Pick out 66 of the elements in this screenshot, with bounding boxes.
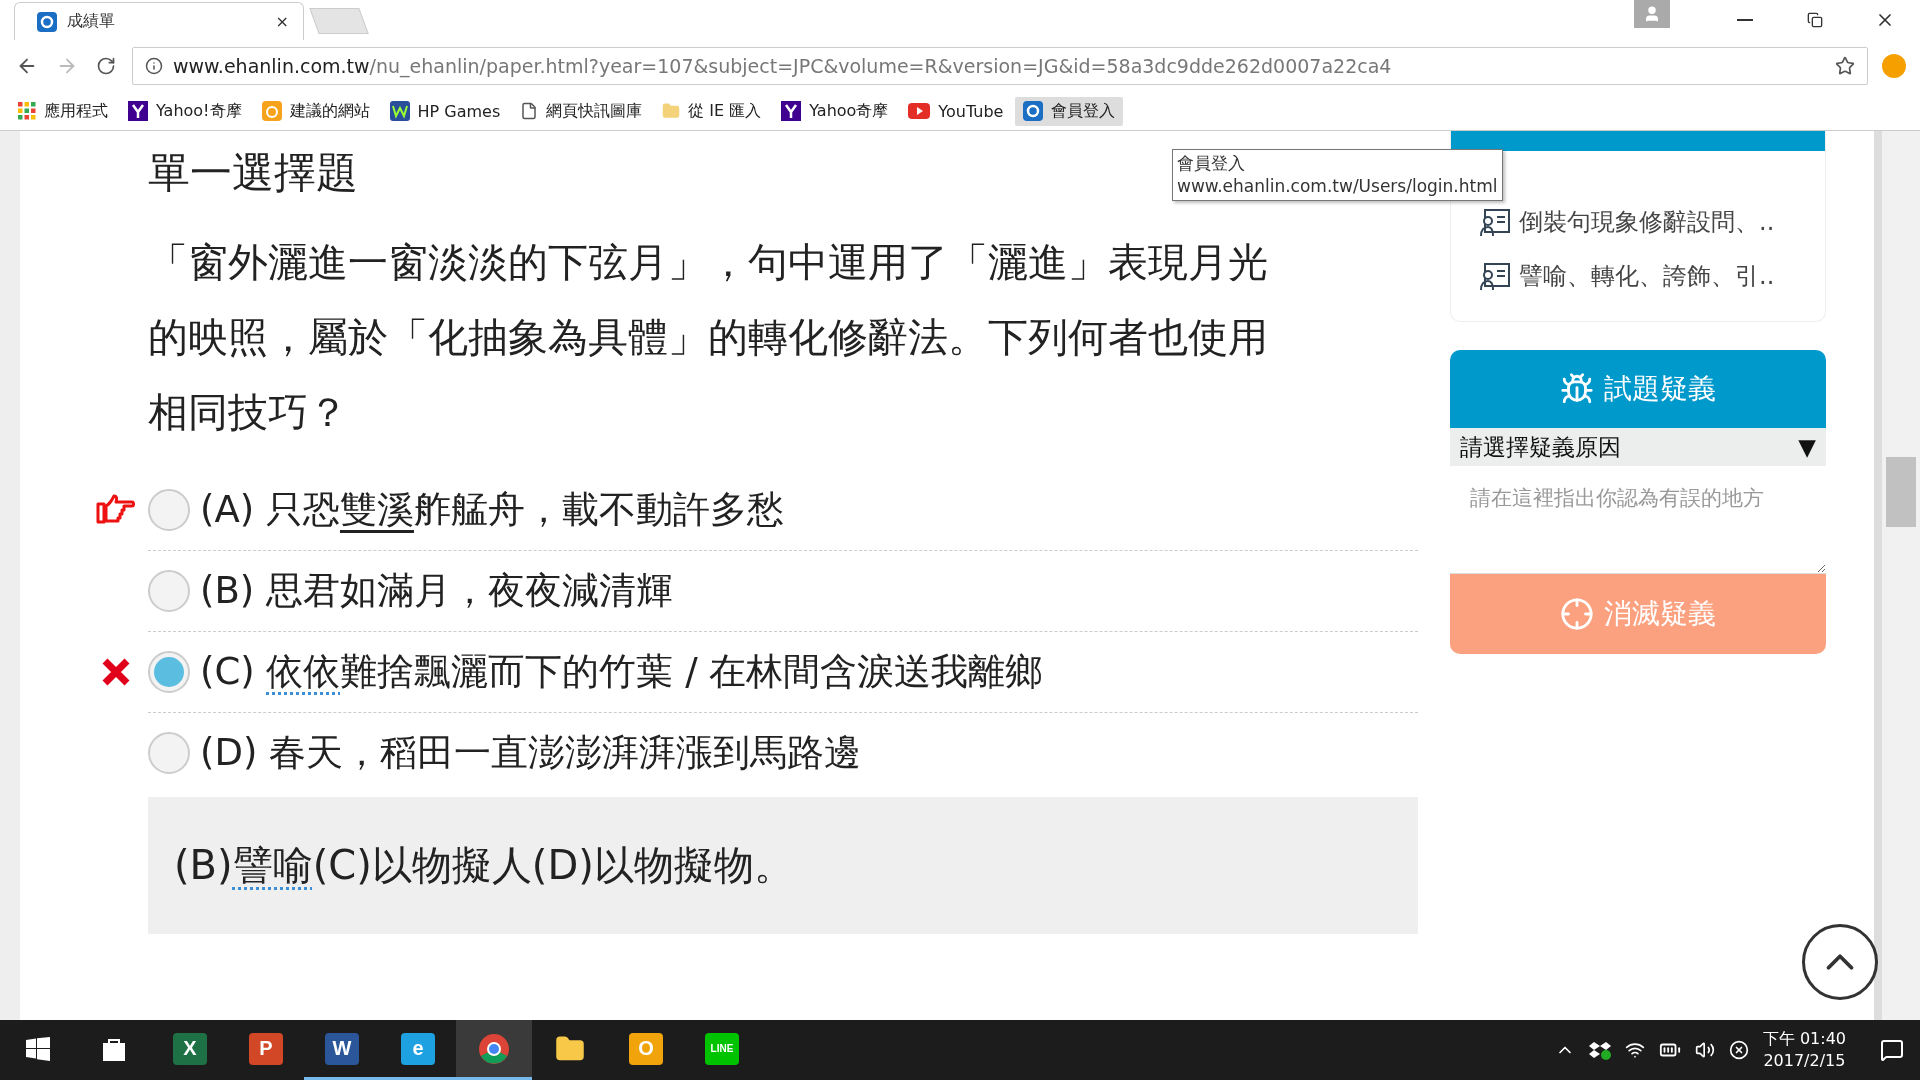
windows-logo-icon (26, 1036, 50, 1061)
taskbar-app[interactable]: P (228, 1020, 304, 1080)
y-logo-icon (781, 101, 802, 121)
wifi-icon[interactable] (1624, 1040, 1645, 1060)
radio-button[interactable] (148, 570, 190, 612)
folder-icon (662, 102, 681, 120)
option-text: (C) 依依難捨飄灑而下的竹葉 / 在林間含淚送我離鄉 (200, 649, 1043, 695)
bookmark-item[interactable]: YouTube (900, 97, 1012, 125)
bookmark-item[interactable]: Yahoo!奇摩 (120, 96, 250, 126)
tab-title: 成績單 (67, 11, 116, 32)
cross-icon (101, 657, 131, 687)
person-icon (1643, 5, 1661, 23)
powerpoint-icon: P (249, 1032, 283, 1065)
restore-icon (1807, 12, 1823, 28)
word-icon: W (325, 1032, 359, 1065)
bookmark-item[interactable]: HP Games (381, 97, 509, 125)
site-logo-icon (37, 11, 57, 32)
option-text: (A) 只恐雙溪舴艋舟，載不動許多愁 (200, 487, 784, 533)
bookmark-item[interactable]: 應用程式 (10, 96, 116, 126)
crosshair-icon (1560, 597, 1594, 631)
volume-icon[interactable] (1694, 1040, 1715, 1060)
apps-grid-icon (18, 102, 36, 120)
chrome-icon (478, 1032, 510, 1065)
radio-button[interactable] (148, 651, 190, 693)
taskbar-app[interactable]: X (152, 1020, 228, 1080)
w-logo-icon (389, 101, 410, 121)
topic-link[interactable]: 譬喻、轉化、誇飾、引.. (1451, 249, 1825, 303)
network-error-icon[interactable] (1728, 1040, 1749, 1060)
suggested-sites-icon (261, 101, 282, 121)
excel-icon: X (173, 1032, 207, 1065)
bookmark-item[interactable]: 建議的網站 (253, 96, 378, 126)
site-logo-icon (1023, 101, 1044, 121)
notification-icon[interactable] (1880, 1038, 1904, 1062)
report-title: 試題疑義 (1604, 371, 1716, 407)
play-logo-icon (908, 103, 931, 119)
minimize-icon (1737, 19, 1753, 21)
info-icon (145, 57, 163, 75)
bookmark-item[interactable]: Yahoo奇摩 (773, 96, 897, 126)
teacher-board-icon (1479, 207, 1511, 237)
question-text: 「窗外灑進一窗淡淡的下弦月」，句中運用了「灑進」表現月光的映照，屬於「化抽象為具體」的轉化修辭法。下列何者也使用相同技巧？ (148, 238, 1269, 437)
explanation-text: (B)譬喻(C)以物擬人(D)以物擬物。 (174, 841, 794, 890)
option-text: (B) 思君如滿月，夜夜減清輝 (200, 568, 674, 614)
link-tooltip: 會員登入 www.ehanlin.com.tw/Users/login.html (1172, 149, 1503, 201)
radio-button[interactable] (148, 732, 190, 774)
reason-select[interactable]: 請選擇疑義原因 ▼ (1450, 428, 1826, 466)
tab-close-button[interactable]: × (275, 12, 289, 31)
scrollbar[interactable] (1874, 131, 1920, 1020)
ie-icon: e (401, 1032, 435, 1065)
page-icon (520, 102, 539, 120)
teacher-board-icon (1479, 261, 1511, 291)
dropbox-icon[interactable] (1588, 1040, 1611, 1060)
bookmark-star-icon[interactable] (1835, 56, 1855, 76)
radio-button[interactable] (148, 489, 190, 531)
browser-tab[interactable]: 成績單 × (14, 2, 304, 40)
taskbar-app[interactable]: W (304, 1020, 380, 1080)
y-logo-icon (128, 101, 148, 121)
bookmark-item[interactable]: 會員登入 (1015, 96, 1124, 126)
bookmark-item[interactable]: 從 IE 匯入 (654, 96, 770, 126)
option-text: (D) 春天，稻田一直澎澎湃湃漲到馬路邊 (200, 730, 862, 776)
pointing-hand-icon (96, 494, 136, 526)
question-heading: 單一選擇題 (148, 147, 358, 199)
outlook-icon: O (629, 1032, 663, 1065)
bookmark-item[interactable]: 網頁快訊圖庫 (512, 96, 651, 126)
bug-icon (1560, 372, 1594, 406)
address-bar[interactable]: www.ehanlin.com.tw/nu_ehanlin/paper.html?year=107&subject=JPC&volume=R&version=JG&id=58a3dc9dde262d0007a22ca4 (132, 47, 1868, 85)
clock[interactable]: 下午 01:40 2017/2/15 (1762, 1028, 1846, 1072)
